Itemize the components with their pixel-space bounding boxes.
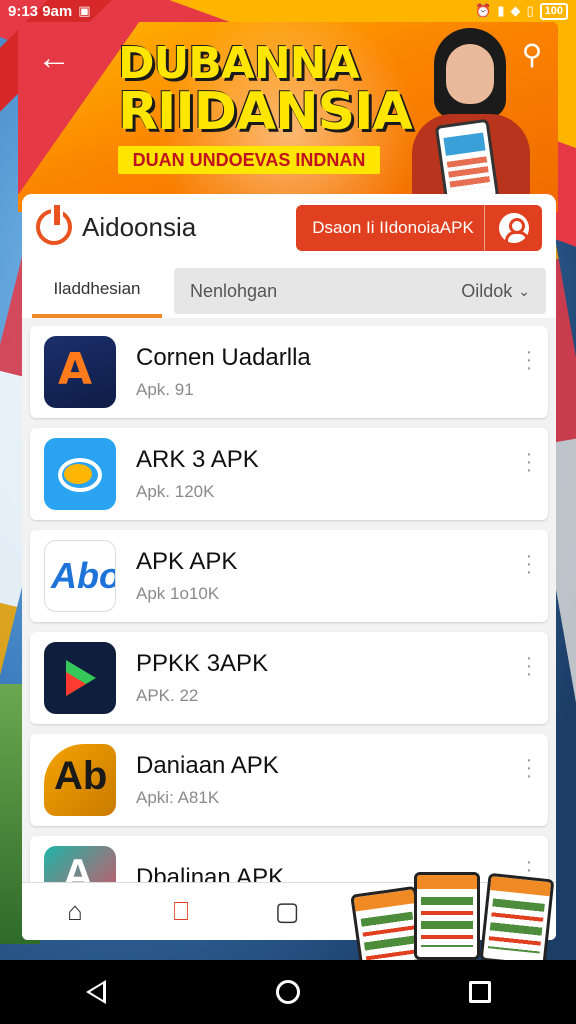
banner-title: DUBANNA RIIDANSIA (118, 38, 418, 142)
promo-phone-image (414, 872, 480, 960)
promo-banner: ← DUBANNA RIIDANSIA DUAN UNDOEVAS INDNAN… (18, 22, 558, 212)
status-time: 9:13 9am (8, 2, 73, 20)
account-button[interactable] (484, 205, 542, 251)
app-icon: A (44, 336, 116, 408)
app-name: Cornen Uadarlla (136, 344, 311, 371)
banner-title-line2: RIIDANSIA (118, 82, 413, 142)
battery-icon: 100 (539, 2, 568, 20)
app-meta: Apk. 91 (136, 380, 194, 399)
list-item[interactable]: A Cornen Uadarlla Apk. 91 · · · (30, 326, 548, 418)
tab-secondary[interactable]: Nenlohgan (190, 281, 277, 302)
sort-dropdown[interactable]: Oildok ⌄ (461, 281, 530, 302)
promo-collage (306, 872, 576, 983)
user-icon (498, 213, 529, 243)
list-item[interactable]: PPKK 3APK APK. 22 · · · (30, 632, 548, 724)
app-list: A Cornen Uadarlla Apk. 91 · · · ARK 3 APK … (22, 318, 556, 928)
tab-filter-box[interactable]: Nenlohgan Oildok ⌄ (174, 268, 546, 314)
more-options-icon[interactable]: ··· (524, 648, 534, 684)
sort-label: Oildok (461, 280, 513, 301)
app-icon: Ab (44, 744, 116, 816)
alarm-icon: ⏰ (475, 3, 492, 18)
more-options-icon[interactable]: ··· (524, 546, 534, 582)
gallery-icon: ▣ (78, 3, 91, 18)
promo-phone-image (479, 872, 555, 968)
download-button[interactable]: Dsaon Ii IIdonoiaAPK (296, 205, 542, 251)
signal-icon: ▮ (497, 3, 505, 18)
list-item[interactable]: ARK 3 APK Apk. 120K · · · (30, 428, 548, 520)
home-icon[interactable]: ⌂ (22, 896, 128, 927)
app-name: Daniaan APK (136, 752, 279, 779)
book-icon[interactable]: ⎕ (128, 896, 234, 928)
system-nav-bar (0, 960, 576, 1024)
sim-icon: ▯ (526, 3, 534, 18)
app-icon: Abo (44, 540, 116, 612)
system-back-button[interactable] (66, 980, 126, 1004)
search-icon[interactable]: ⚲ (512, 38, 552, 78)
more-options-icon[interactable]: ··· (524, 750, 534, 786)
app-name: APK APK (136, 548, 238, 575)
app-icon (44, 642, 116, 714)
app-meta: Apki: A81K (136, 788, 220, 807)
system-home-button[interactable] (258, 980, 318, 1004)
banner-subtitle: DUAN UNDOEVAS INDNAN (118, 146, 380, 174)
tab-bar: Iladdhesian Nenlohgan Oildok ⌄ (22, 260, 556, 318)
main-card: Aidoonsia Dsaon Ii IIdonoiaAPK Iladdhesi… (22, 194, 556, 940)
app-icon (44, 438, 116, 510)
brand-logo-icon (36, 205, 72, 245)
wifi-icon: ◆ (510, 3, 521, 18)
chevron-down-icon: ⌄ (518, 282, 530, 299)
app-meta: APK. 22 (136, 686, 199, 705)
app-meta: Apk. 120K (136, 482, 215, 501)
download-button-label: Dsaon Ii IIdonoiaAPK (312, 218, 474, 237)
status-bar: 9:13 9am ▣ ⏰ ▮ ◆ ▯ 100 (0, 0, 576, 22)
more-options-icon[interactable]: ··· (524, 342, 534, 378)
list-item[interactable]: Abo APK APK Apk 1o10K · · · (30, 530, 548, 622)
brand-name: Aidoonsia (82, 211, 197, 242)
more-options-icon[interactable]: ··· (524, 444, 534, 480)
app-name: PPKK 3APK (136, 650, 269, 677)
app-meta: Apk 1o10K (136, 584, 220, 603)
system-recents-button[interactable] (450, 981, 510, 1003)
banner-title-line1: DUBANNA (118, 38, 360, 89)
phone-illustration (434, 118, 500, 206)
tab-active[interactable]: Iladdhesian (32, 264, 162, 318)
list-item[interactable]: Ab Daniaan APK Apki: A81K · · · (30, 734, 548, 826)
app-bar: Aidoonsia Dsaon Ii IIdonoiaAPK (22, 194, 556, 260)
app-name: ARK 3 APK (136, 446, 259, 473)
back-arrow-icon[interactable]: ← (34, 40, 74, 80)
